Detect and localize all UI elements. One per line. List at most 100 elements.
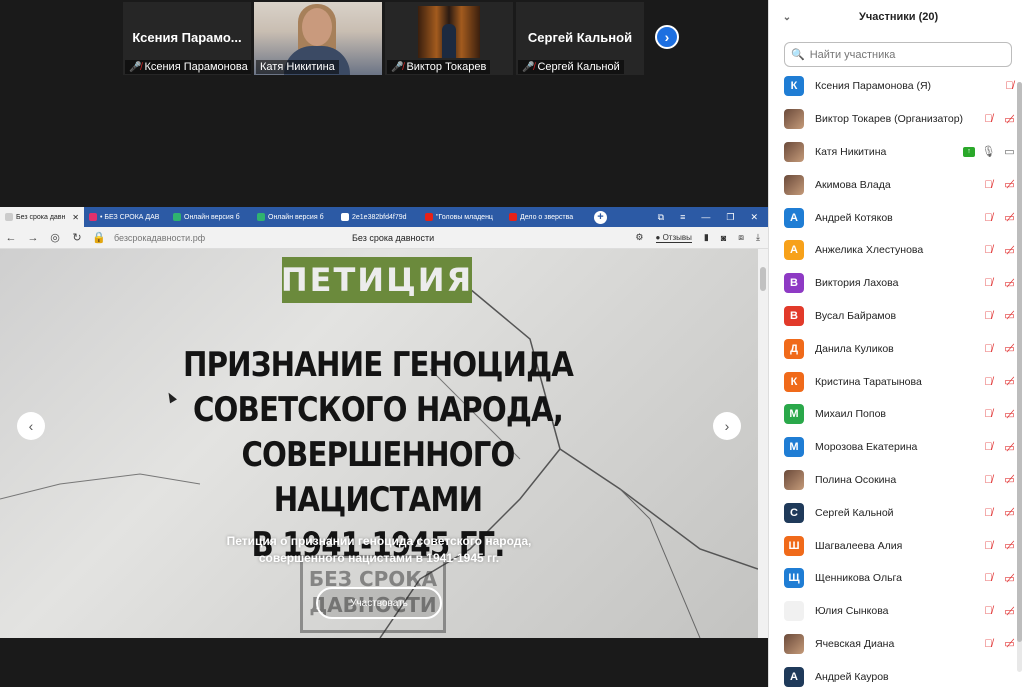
participant-row[interactable]: С Сергей Кальной 🎙̸ ▭̸ <box>769 496 1017 529</box>
video-tile[interactable]: Ксения Парамо... 🎤̸ Ксения Парамонова <box>123 2 251 75</box>
new-tab-button[interactable]: + <box>594 210 607 224</box>
avatar: А <box>784 207 804 228</box>
participant-status-icons: 🎙̸ ▭̸ <box>981 309 1017 323</box>
tile-label: 🎤̸ Ксения Парамонова <box>125 60 251 74</box>
collections-icon[interactable]: ⧈ <box>738 232 744 243</box>
favicon-icon <box>89 213 97 221</box>
video-off-icon: ▭̸ <box>1004 474 1015 487</box>
mic-off-icon: 🎙̸ <box>984 637 993 650</box>
tab-label: Онлайн версия б <box>184 213 240 221</box>
minimize-icon[interactable]: — <box>701 212 710 223</box>
avatar: К <box>784 371 804 392</box>
menu-icon[interactable]: ≡ <box>680 212 685 223</box>
browser-tab[interactable]: Онлайн версия б <box>252 207 336 227</box>
video-off-icon: ▭̸ <box>1004 179 1015 192</box>
search-input[interactable] <box>809 48 1000 61</box>
participant-row[interactable]: К Ксения Парамонова (Я) 🎙̸ <box>769 70 1017 103</box>
address-bar[interactable]: безсрокадавности.рф <box>114 233 205 243</box>
forward-icon[interactable]: → <box>22 232 44 244</box>
participant-name: Акимова Влада <box>815 178 891 191</box>
participant-row[interactable]: Ш Шагвалеева Алия 🎙̸ ▭̸ <box>769 529 1017 562</box>
participant-row[interactable]: Полина Осокина 🎙̸ ▭̸ <box>769 464 1017 497</box>
hero-subtitle: Петиция о признании геноцида советского … <box>226 534 532 565</box>
video-tile[interactable]: 🎤̸ Виктор Токарев <box>385 2 513 75</box>
participant-row[interactable]: А Андрей Котяков 🎙̸ ▭̸ <box>769 201 1017 234</box>
participant-row[interactable]: М Морозова Екатерина 🎙̸ ▭̸ <box>769 431 1017 464</box>
mic-off-icon: 🎙̸ <box>984 113 993 126</box>
participant-name: Щенникова Ольга <box>815 572 902 585</box>
participant-name: Сергей Кальной <box>815 506 894 519</box>
reload-icon[interactable]: ↻ <box>66 231 88 244</box>
browser-tab[interactable]: Онлайн версия б <box>168 207 252 227</box>
video-off-icon: ▭̸ <box>1004 343 1015 356</box>
shield-icon[interactable]: ◎ <box>44 231 66 244</box>
bookmark-icon[interactable]: ▮ <box>704 232 709 243</box>
browser-tab[interactable]: 2e1e382bfd4f79d <box>336 207 420 227</box>
next-page-button[interactable]: › <box>655 25 679 49</box>
avatar <box>784 601 804 622</box>
download-icon[interactable]: ⤓ <box>756 232 760 243</box>
avatar <box>784 109 804 130</box>
video-tile[interactable]: Сергей Кальной 🎤̸ Сергей Кальной <box>516 2 644 75</box>
avatar <box>784 141 804 162</box>
browser-tab[interactable]: Без срока давн ✕ <box>0 207 84 227</box>
participant-status-icons: 🎙̸ ▭̸ <box>981 408 1017 421</box>
participate-button[interactable]: Участвовать <box>316 587 442 619</box>
back-icon[interactable]: ← <box>0 232 22 244</box>
participant-row[interactable]: В Виктория Лахова 🎙̸ ▭̸ <box>769 267 1017 300</box>
participant-name: Катя Никитина <box>815 145 887 158</box>
close-tab-icon[interactable]: ✕ <box>72 213 79 222</box>
participant-row[interactable]: Ячевская Диана 🎙̸ ▭̸ <box>769 628 1017 661</box>
participant-row[interactable]: Акимова Влада 🎙̸ ▭̸ <box>769 168 1017 201</box>
reviews-button[interactable]: ● Отзывы <box>655 232 692 243</box>
participant-row[interactable]: К Кристина Таратынова 🎙̸ ▭̸ <box>769 365 1017 398</box>
panel-scrollbar[interactable] <box>1017 82 1022 672</box>
video-tile-active[interactable]: Катя Никитина <box>254 2 382 75</box>
participant-row[interactable]: А Андрей Кауров <box>769 660 1017 687</box>
page-settings-icon[interactable]: ⚙ <box>635 232 643 243</box>
participant-search[interactable]: 🔍 <box>784 42 1012 67</box>
participant-row[interactable]: Д Данила Куликов 🎙̸ ▭̸ <box>769 332 1017 365</box>
browser-tab[interactable]: • БЕЗ СРОКА ДАВ <box>84 207 168 227</box>
tab-label: 2e1e382bfd4f79d <box>352 213 407 221</box>
chevron-down-icon[interactable]: ⌄ <box>769 12 805 23</box>
participant-row[interactable]: Щ Щенникова Ольга 🎙̸ ▭̸ <box>769 562 1017 595</box>
page-scrollbar[interactable] <box>758 249 768 638</box>
close-icon[interactable]: ✕ <box>750 212 758 223</box>
participant-row[interactable]: Катя Никитина ↑ 🎙 ▭ <box>769 136 1017 169</box>
favicon-icon <box>425 213 433 221</box>
mic-off-icon: 🎤̸ <box>522 61 535 73</box>
browser-tab[interactable]: Дело о зверства <box>504 207 588 227</box>
participant-row[interactable]: В Вусал Байрамов 🎙̸ ▭̸ <box>769 300 1017 333</box>
participant-row[interactable]: Виктор Токарев (Организатор) 🎙̸ ▭̸ <box>769 103 1017 136</box>
mic-off-icon: 🎙̸ <box>984 211 993 224</box>
participant-status-icons: 🎙̸ ▭̸ <box>981 572 1017 585</box>
headline-line: ПРИЗНАНИЕ ГЕНОЦИДА <box>182 345 574 385</box>
participant-row[interactable]: М Михаил Попов 🎙̸ ▭̸ <box>769 398 1017 431</box>
tile-big-name: Ксения Парамо... <box>132 30 242 45</box>
participant-status-icons: 🎙̸ ▭̸ <box>981 211 1017 225</box>
participant-status-icons: 🎙̸ ▭̸ <box>981 375 1017 389</box>
participant-video <box>418 6 480 58</box>
video-on-icon: ▭ <box>1004 146 1015 159</box>
extension-icon[interactable]: ◙ <box>721 233 726 243</box>
participant-status-icons: 🎙̸ ▭̸ <box>981 473 1017 487</box>
participant-row[interactable]: А Анжелика Хлестунова 🎙̸ ▭̸ <box>769 234 1017 267</box>
carousel-next-button[interactable]: › <box>713 412 741 440</box>
mic-off-icon: 🎤̸ <box>129 61 142 73</box>
tile-label-text: Ксения Парамонова <box>144 61 248 73</box>
participant-row[interactable]: Юлия Сынкова 🎙̸ ▭̸ <box>769 595 1017 628</box>
tabs-icon[interactable]: ⧉ <box>658 212 664 223</box>
video-off-icon: ▭̸ <box>1004 212 1015 225</box>
participant-list: К Ксения Парамонова (Я) 🎙̸ Виктор Токарев (… <box>769 70 1017 687</box>
participant-name: Морозова Екатерина <box>815 441 918 454</box>
carousel-prev-button[interactable]: ‹ <box>17 412 45 440</box>
participant-status-icons: 🎙̸ ▭̸ <box>981 277 1017 290</box>
restore-icon[interactable]: ❐ <box>726 212 734 223</box>
video-off-icon: ▭̸ <box>1004 441 1015 454</box>
video-off-icon: ▭̸ <box>1004 605 1015 618</box>
chat-icon: ● <box>655 232 661 242</box>
browser-tab[interactable]: "Головы младенц <box>420 207 504 227</box>
search-icon: 🔍 <box>791 49 805 61</box>
tile-big-name: Сергей Кальной <box>527 30 633 45</box>
